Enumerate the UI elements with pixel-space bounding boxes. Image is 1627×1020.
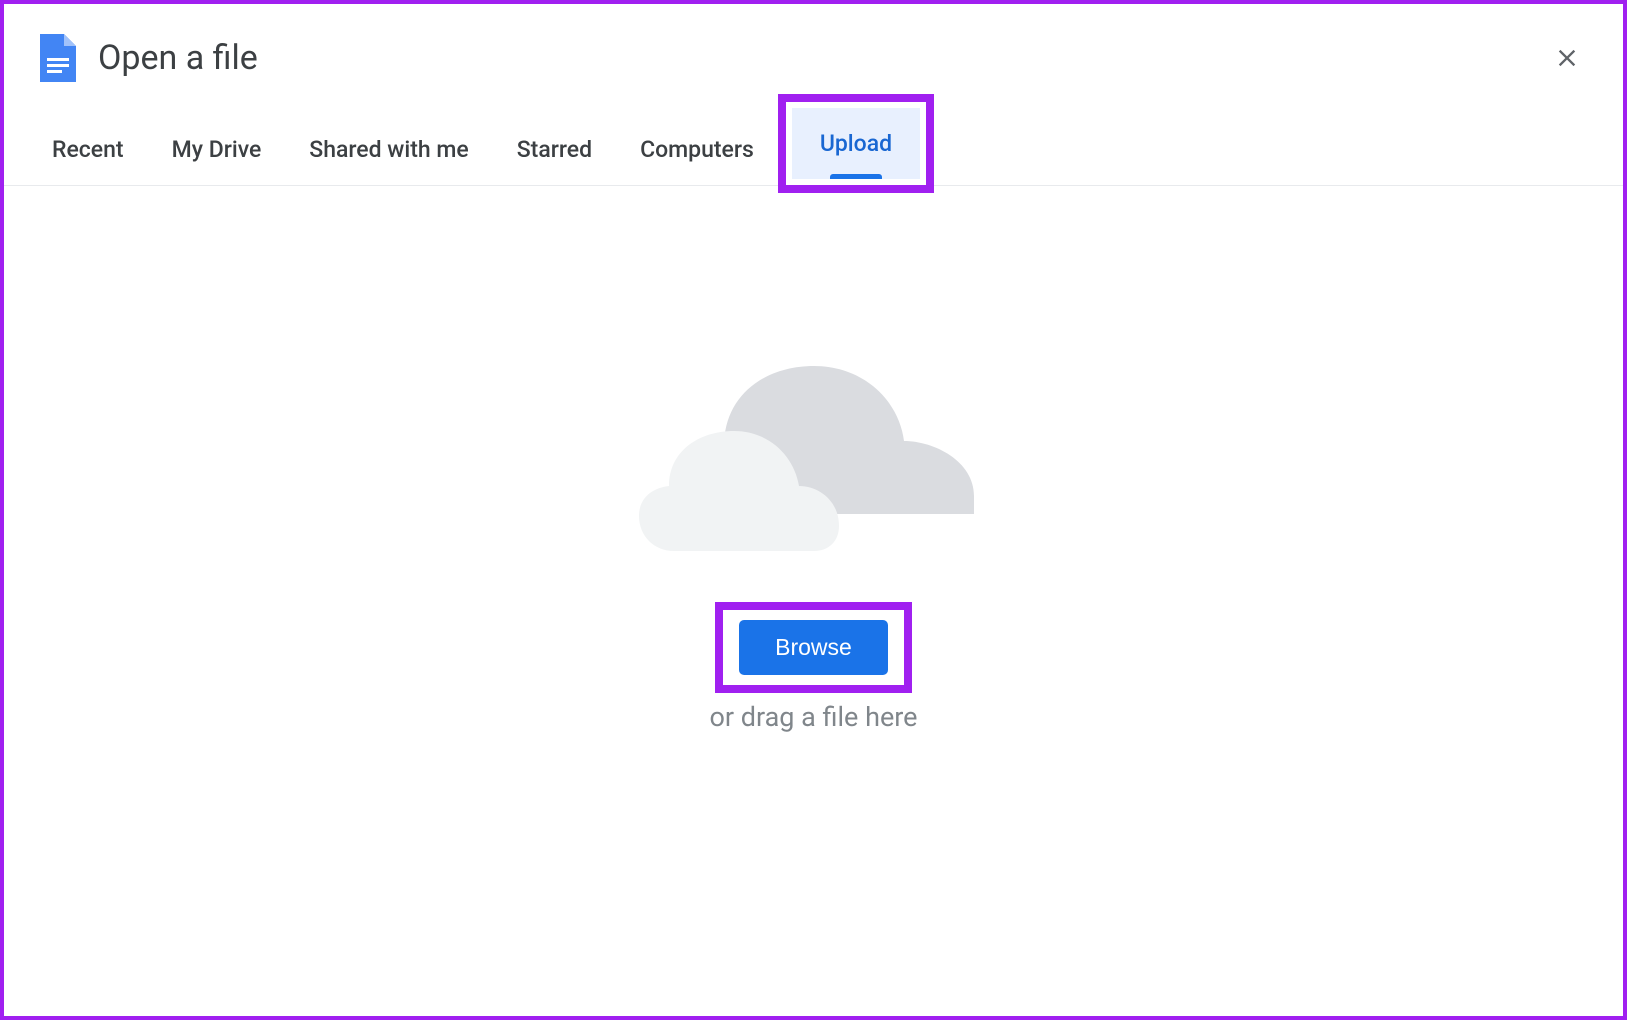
tab-starred[interactable]: Starred [493,114,616,185]
dialog-title: Open a file [98,38,1543,78]
docs-icon [40,34,76,82]
drag-hint-text: or drag a file here [710,701,918,733]
tab-upload[interactable]: Upload [792,108,920,179]
annotation-highlight-upload: Upload [778,94,934,193]
upload-panel: Browse or drag a file here [4,186,1623,733]
tab-shared-with-me[interactable]: Shared with me [285,114,492,185]
tab-my-drive[interactable]: My Drive [148,114,286,185]
cloud-illustration [614,336,1014,556]
browse-button[interactable]: Browse [739,620,888,675]
close-button[interactable] [1543,34,1591,82]
tab-recent[interactable]: Recent [28,114,148,185]
tab-computers[interactable]: Computers [616,114,778,185]
tab-bar: Recent My Drive Shared with me Starred C… [4,102,1623,186]
close-icon [1553,44,1581,72]
annotation-highlight-browse: Browse [715,602,912,693]
dialog-header: Open a file [4,4,1623,102]
